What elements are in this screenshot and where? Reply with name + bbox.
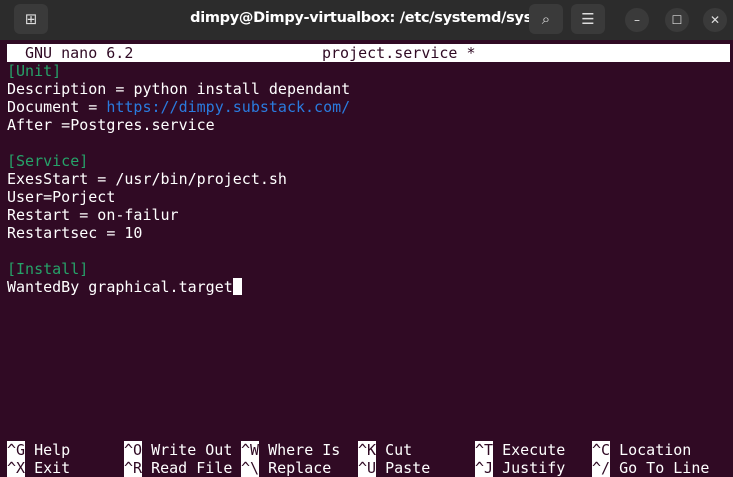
shortcut-label: Read File [151, 459, 233, 477]
shortcut-paste[interactable]: ^U Paste [358, 459, 475, 477]
shortcut-help[interactable]: ^G Help [7, 441, 124, 459]
url-link: https://dimpy.substack.com/ [106, 98, 351, 116]
line-text: Description = [7, 80, 134, 98]
shortcut-key: ^X [7, 459, 26, 477]
shortcut-key: ^T [475, 441, 494, 459]
shortcut-label: Location [619, 441, 692, 459]
line-text: ExesStart = /usr/bin/project.sh [7, 170, 287, 188]
shortcut-where-is[interactable]: ^W Where Is [241, 441, 358, 459]
shortcut-replace[interactable]: ^\ Replace [241, 459, 358, 477]
shortcut-label: Help [34, 441, 71, 459]
editor-line[interactable]: Document = https://dimpy.substack.com/ [7, 98, 350, 116]
shortcut-cut[interactable]: ^K Cut [358, 441, 475, 459]
search-icon: ⌕ [541, 10, 551, 28]
menu-button[interactable]: ☰ [571, 4, 605, 34]
shortcut-key: ^G [7, 441, 26, 459]
editor-line[interactable] [7, 134, 350, 152]
maximize-icon: ☐ [671, 13, 683, 27]
shortcut-label: Go To Line [619, 459, 710, 477]
line-text: Document = [7, 98, 107, 116]
shortcut-label: Justify [502, 459, 566, 477]
line-value: python install dependant [133, 80, 351, 98]
shortcut-exit[interactable]: ^X Exit [7, 459, 124, 477]
line-text: Restartsec = 10 [7, 224, 143, 242]
editor-line[interactable]: After =Postgres.service [7, 116, 350, 134]
shortcut-label: Where Is [268, 441, 341, 459]
shortcut-key: ^C [592, 441, 611, 459]
minimize-button[interactable]: – [625, 8, 649, 32]
editor-line[interactable]: [Install] [7, 260, 350, 278]
window-title: dimpy@Dimpy-virtualbox: /etc/systemd/sys… [190, 10, 563, 26]
shortcut-label: Paste [385, 459, 431, 477]
shortcut-label: Exit [34, 459, 71, 477]
editor-area[interactable]: [Unit] Description = python install depen… [7, 62, 350, 296]
editor-line[interactable]: Restart = on-failur [7, 206, 350, 224]
maximize-button[interactable]: ☐ [665, 8, 689, 32]
hamburger-icon: ☰ [581, 10, 595, 28]
shortcut-justify[interactable]: ^J Justify [475, 459, 592, 477]
line-text: Restart = on-failur [7, 206, 179, 224]
editor-line[interactable]: User=Porject [7, 188, 350, 206]
line-text: User=Porject [7, 188, 116, 206]
shortcut-location[interactable]: ^C Location [592, 441, 709, 459]
shortcut-read-file[interactable]: ^R Read File [124, 459, 241, 477]
nano-version: GNU nano 6.2 [25, 44, 134, 62]
shortcut-label: Execute [502, 441, 566, 459]
editor-line[interactable]: Description = python install dependant [7, 80, 350, 98]
shortcut-key: ^K [358, 441, 377, 459]
editor-line[interactable] [7, 242, 350, 260]
line-text: WantedBy graphical.target [7, 278, 233, 296]
editor-line[interactable]: Restartsec = 10 [7, 224, 350, 242]
text-cursor [232, 278, 242, 295]
line-text: After =Postgres.service [7, 116, 215, 134]
shortcut-key: ^W [241, 441, 260, 459]
editor-line[interactable]: ExesStart = /usr/bin/project.sh [7, 170, 350, 188]
file-name: project.service * [322, 44, 476, 62]
editor-line[interactable]: [Unit] [7, 62, 350, 80]
shortcut-key: ^\ [241, 459, 260, 477]
shortcut-key: ^O [124, 441, 143, 459]
shortcut-go-to-line[interactable]: ^/ Go To Line [592, 459, 709, 477]
close-button[interactable]: ✕ [703, 8, 727, 32]
shortcut-key: ^/ [592, 459, 611, 477]
title-bar: ⊞ dimpy@Dimpy-virtualbox: /etc/systemd/s… [0, 0, 733, 40]
search-button[interactable]: ⌕ [529, 4, 563, 34]
editor-line[interactable]: WantedBy graphical.target [7, 278, 350, 296]
shortcut-label: Write Out [151, 441, 233, 459]
shortcut-execute[interactable]: ^T Execute [475, 441, 592, 459]
shortcut-label: Replace [268, 459, 332, 477]
minimize-icon: – [634, 13, 640, 27]
section-header: [Unit] [7, 62, 62, 80]
shortcut-key: ^J [475, 459, 494, 477]
shortcut-label: Cut [385, 441, 413, 459]
section-header: [Install] [7, 260, 89, 278]
editor-line[interactable]: [Service] [7, 152, 350, 170]
close-icon: ✕ [709, 13, 721, 27]
shortcut-key: ^U [358, 459, 377, 477]
nano-header: GNU nano 6.2 project.service * [7, 44, 730, 62]
section-header: [Service] [7, 152, 89, 170]
shortcut-key: ^R [124, 459, 143, 477]
shortcut-write-out[interactable]: ^O Write Out [124, 441, 241, 459]
